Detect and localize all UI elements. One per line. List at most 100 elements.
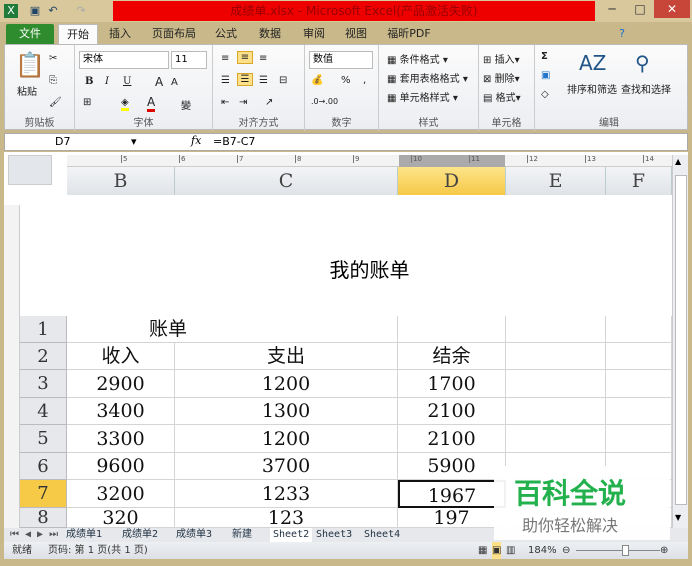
autosum-button[interactable]: Σ [541, 51, 548, 62]
indent-icon[interactable]: ⇤ [221, 97, 229, 108]
sort-filter-button[interactable]: 排序和筛选 [567, 81, 617, 96]
copy-icon[interactable]: ⎘ [49, 75, 57, 86]
cell-c2[interactable]: 支出 [175, 343, 398, 370]
cell-e4[interactable] [506, 398, 606, 425]
name-box-dropdown-icon[interactable]: ▾ [131, 135, 137, 148]
sheet-tab-5[interactable]: Sheet3 [316, 528, 352, 542]
sheet-nav-icon[interactable]: ⏮ ◀ ▶ ⏭ [10, 528, 58, 542]
cell-f5[interactable] [606, 425, 672, 453]
page-layout-view-icon[interactable]: ▣ [492, 542, 502, 559]
undo-icon[interactable]: ↶ [46, 4, 60, 18]
scroll-up-icon[interactable]: ▲ [675, 157, 681, 166]
underline-button[interactable]: U [123, 76, 131, 87]
outdent-icon[interactable]: ⇥ [239, 97, 247, 108]
align-center-icon[interactable]: ☰ [237, 73, 253, 86]
cell-b5[interactable]: 3300 [67, 425, 175, 453]
column-header-f[interactable]: F [606, 167, 672, 195]
redo-icon[interactable]: ↷ [74, 4, 88, 18]
align-top-icon[interactable]: ≡ [221, 53, 229, 64]
name-box[interactable]: D7 [55, 135, 70, 148]
zoom-in-icon[interactable]: ⊕ [660, 542, 668, 559]
align-bottom-icon[interactable]: ≡ [259, 53, 267, 64]
cell-d2[interactable]: 结余 [398, 343, 506, 370]
currency-icon[interactable]: 💰 [311, 75, 323, 86]
cell-d3[interactable]: 1700 [398, 370, 506, 398]
tab-home[interactable]: 开始 [58, 24, 98, 44]
insert-function-button[interactable]: fx [191, 134, 201, 147]
minimize-button[interactable]: ─ [598, 0, 626, 18]
sheet-tab-3[interactable]: 新建 [232, 528, 252, 542]
merge-icon[interactable]: ⊟ [279, 75, 287, 86]
cell-c7[interactable]: 1233 [175, 480, 398, 508]
cell-c3[interactable]: 1200 [175, 370, 398, 398]
cell-b6[interactable]: 9600 [67, 453, 175, 480]
grow-font-button[interactable]: A [155, 75, 163, 89]
sheet-tab-0[interactable]: 成绩单1 [66, 528, 102, 542]
format-cells-button[interactable]: ▤ 格式▾ [483, 89, 521, 104]
tab-file[interactable]: 文件 [6, 24, 54, 44]
align-right-icon[interactable]: ☰ [259, 75, 268, 86]
shrink-font-button[interactable]: A [171, 77, 178, 88]
cell-d5[interactable]: 2100 [398, 425, 506, 453]
cell-d8[interactable]: 197 [398, 508, 506, 528]
format-painter-icon[interactable]: 🖌 [49, 97, 62, 108]
normal-view-icon[interactable]: ▦ [478, 542, 487, 559]
sheet-tab-2[interactable]: 成绩单3 [176, 528, 212, 542]
zoom-level[interactable]: 184% [528, 542, 557, 559]
column-header-d[interactable]: D [398, 167, 506, 195]
cell-c6[interactable]: 3700 [175, 453, 398, 480]
align-middle-icon[interactable]: ≡ [237, 51, 253, 64]
insert-cells-button[interactable]: ⊞ 插入▾ [483, 51, 520, 66]
save-icon[interactable]: ▣ [28, 4, 42, 18]
cell-d6[interactable]: 5900 [398, 453, 506, 480]
cell-f4[interactable] [606, 398, 672, 425]
cell-d4[interactable]: 2100 [398, 398, 506, 425]
cell-c4[interactable]: 1300 [175, 398, 398, 425]
italic-button[interactable]: I [105, 76, 109, 87]
cell-d7[interactable]: 1967 [398, 480, 506, 508]
increase-decimal-icon[interactable]: .0→.00 [311, 97, 338, 106]
zoom-slider[interactable] [576, 550, 660, 551]
cell-b1[interactable]: 账单 [67, 316, 187, 343]
row-header-3[interactable]: 3 [20, 370, 67, 398]
orientation-icon[interactable]: ↗ [265, 97, 273, 108]
tab-formulas[interactable]: 公式 [210, 24, 242, 44]
maximize-button[interactable]: □ [626, 0, 654, 18]
font-size-select[interactable]: 11 [171, 51, 207, 69]
row-header-2[interactable]: 2 [20, 343, 67, 370]
row-header-4[interactable]: 4 [20, 398, 67, 425]
paste-button[interactable]: 粘贴 [17, 83, 37, 98]
cell-b4[interactable]: 3400 [67, 398, 175, 425]
find-icon[interactable]: ⚲ [635, 51, 650, 75]
select-all-corner[interactable] [8, 155, 52, 185]
conditional-format-button[interactable]: ▦ 条件格式 ▾ [387, 51, 448, 66]
column-header-e[interactable]: E [506, 167, 606, 195]
row-header-7[interactable]: 7 [20, 480, 67, 508]
column-header-c[interactable]: C [175, 167, 398, 195]
tab-data[interactable]: 数据 [254, 24, 286, 44]
sheet-tab-6[interactable]: Sheet4 [364, 528, 400, 542]
cell-b2[interactable]: 收入 [67, 343, 175, 370]
column-header-b[interactable]: B [67, 167, 175, 195]
bold-button[interactable]: B [85, 76, 93, 87]
sort-filter-icon[interactable]: AZ [579, 51, 606, 75]
cell-c5[interactable]: 1200 [175, 425, 398, 453]
fill-color-icon[interactable]: ◈ [121, 97, 129, 111]
close-button[interactable]: ✕ [654, 0, 690, 18]
tab-insert[interactable]: 插入 [104, 24, 136, 44]
cell-b8[interactable]: 320 [67, 508, 175, 528]
cell-f1[interactable] [606, 316, 672, 343]
cell-f3[interactable] [606, 370, 672, 398]
row-header-8[interactable]: 8 [20, 508, 67, 528]
scroll-thumb[interactable] [675, 175, 687, 505]
delete-cells-button[interactable]: ⊠ 删除▾ [483, 70, 520, 85]
tab-review[interactable]: 审阅 [298, 24, 330, 44]
cell-d1[interactable] [398, 316, 506, 343]
font-color-icon[interactable]: A [147, 95, 156, 112]
tab-page-layout[interactable]: 页面布局 [148, 24, 200, 44]
phonetic-icon[interactable]: 變 [181, 97, 191, 112]
sheet-tab-1[interactable]: 成绩单2 [122, 528, 158, 542]
border-icon[interactable]: ⊞ [83, 97, 91, 108]
scroll-down-icon[interactable]: ▼ [675, 513, 681, 522]
cut-icon[interactable]: ✂ [49, 53, 57, 64]
